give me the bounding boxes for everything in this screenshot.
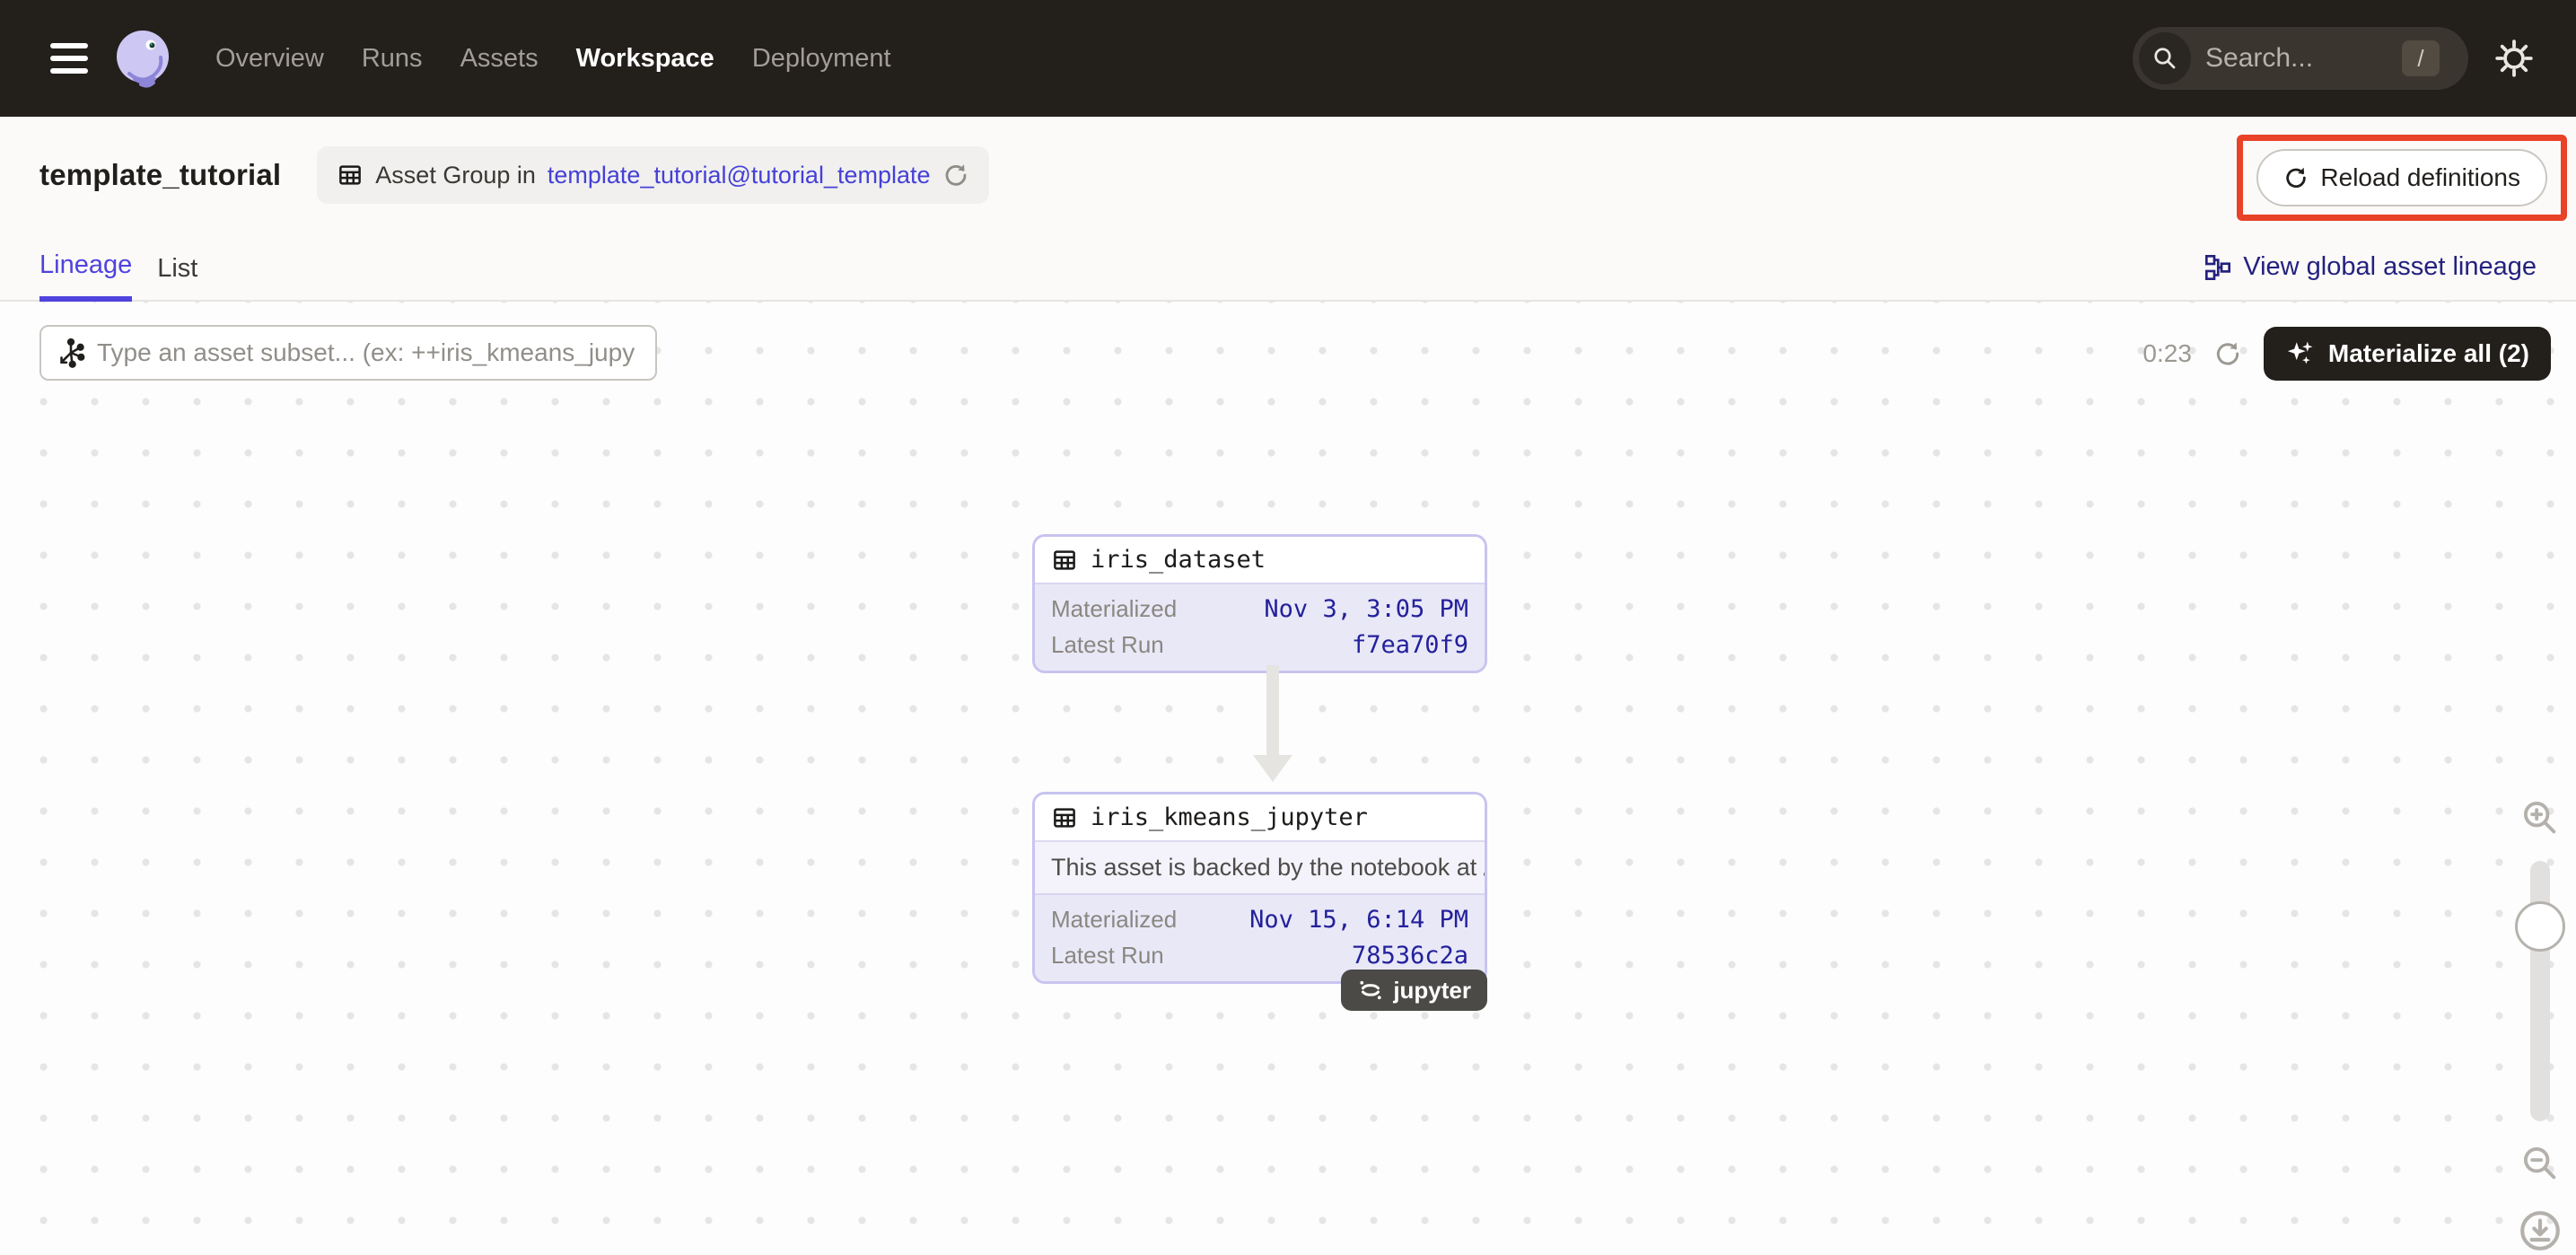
zoom-slider[interactable] (2530, 861, 2550, 1121)
refresh-icon (2283, 165, 2309, 190)
highlight-annotation-box: Reload definitions (2237, 135, 2567, 221)
stat-label: Materialized (1051, 595, 1177, 623)
reload-definitions-button[interactable]: Reload definitions (2256, 149, 2547, 206)
view-global-asset-lineage-link[interactable]: View global asset lineage (2204, 252, 2537, 282)
nav-item-overview[interactable]: Overview (215, 44, 324, 74)
asset-subset-input[interactable] (97, 338, 641, 367)
stat-label: Materialized (1051, 906, 1177, 934)
reload-definitions-label: Reload definitions (2320, 163, 2520, 192)
download-icon[interactable] (2518, 1208, 2563, 1253)
stat-label: Latest Run (1051, 631, 1164, 659)
gear-icon[interactable] (2493, 38, 2535, 79)
lineage-edge-arrow (1253, 665, 1292, 782)
view-tabs: Lineage List View global asset lineage (0, 233, 2576, 302)
search-icon (2139, 32, 2191, 84)
sparkles-icon (2285, 338, 2316, 369)
latest-run-link[interactable]: 78536c2a (1352, 942, 1468, 970)
page-title: template_tutorial (39, 158, 281, 192)
asset-node-iris-kmeans-jupyter[interactable]: iris_kmeans_jupyter This asset is backed… (1032, 792, 1487, 984)
search-placeholder: Search... (2205, 43, 2313, 74)
page-header: template_tutorial Asset Group in templat… (0, 117, 2576, 233)
asset-node-iris-dataset[interactable]: iris_dataset Materialized Nov 3, 3:05 PM… (1032, 534, 1487, 673)
compute-kind-tag-label: jupyter (1393, 977, 1471, 1005)
refresh-timer: 0:23 (2142, 339, 2192, 368)
dagster-logo-icon[interactable] (111, 27, 174, 90)
zoom-slider-handle[interactable] (2515, 901, 2565, 952)
materialized-timestamp[interactable]: Nov 3, 3:05 PM (1264, 595, 1468, 623)
compute-kind-tag-jupyter[interactable]: jupyter (1341, 970, 1487, 1011)
menu-icon[interactable] (50, 43, 88, 74)
zoom-in-icon[interactable] (2519, 797, 2561, 838)
top-navbar: Overview Runs Assets Workspace Deploymen… (0, 0, 2576, 117)
search-input[interactable]: Search... / (2133, 27, 2468, 90)
breadcrumb-prefix: Asset Group in (375, 162, 536, 189)
asset-subset-filter (39, 325, 657, 381)
search-shortcut-key: / (2402, 40, 2440, 76)
asset-name: iris_kmeans_jupyter (1091, 803, 1368, 831)
view-global-asset-lineage-label: View global asset lineage (2243, 252, 2537, 282)
lineage-canvas[interactable]: 0:23 Materialize all (2) iris_dataset Ma… (0, 302, 2576, 1255)
jupyter-icon (1357, 977, 1384, 1004)
tab-list[interactable]: List (157, 254, 197, 300)
breadcrumb-repo-link[interactable]: template_tutorial@tutorial_template (548, 162, 931, 189)
table-grid-icon (1051, 547, 1078, 574)
asset-group-breadcrumb: Asset Group in template_tutorial@tutoria… (317, 146, 988, 204)
nav-item-workspace[interactable]: Workspace (576, 44, 714, 74)
asset-description: This asset is backed by the notebook at … (1035, 840, 1485, 893)
asset-graph-icon (56, 338, 86, 368)
latest-run-link[interactable]: f7ea70f9 (1352, 631, 1468, 659)
materialize-all-button[interactable]: Materialize all (2) (2264, 327, 2551, 381)
asset-name: iris_dataset (1091, 546, 1266, 574)
main-nav: Overview Runs Assets Workspace Deploymen… (215, 44, 891, 74)
nav-item-assets[interactable]: Assets (460, 44, 539, 74)
nav-item-deployment[interactable]: Deployment (752, 44, 891, 74)
materialized-row: Materialized Nov 15, 6:14 PM (1051, 901, 1468, 937)
table-grid-icon (1051, 804, 1078, 831)
latest-run-row: Latest Run f7ea70f9 (1051, 627, 1468, 663)
tab-lineage[interactable]: Lineage (39, 250, 132, 302)
materialized-timestamp[interactable]: Nov 15, 6:14 PM (1249, 906, 1468, 934)
nav-item-runs[interactable]: Runs (362, 44, 423, 74)
refresh-icon[interactable] (942, 162, 969, 189)
zoom-out-icon[interactable] (2519, 1143, 2561, 1184)
materialized-row: Materialized Nov 3, 3:05 PM (1051, 591, 1468, 627)
latest-run-row: Latest Run 78536c2a (1051, 937, 1468, 973)
lineage-graph-icon (2204, 253, 2232, 282)
refresh-icon[interactable] (2213, 339, 2242, 368)
table-grid-icon (337, 162, 364, 189)
stat-label: Latest Run (1051, 942, 1164, 970)
canvas-zoom-controls (2515, 797, 2565, 1255)
materialize-all-label: Materialize all (2) (2328, 339, 2529, 368)
